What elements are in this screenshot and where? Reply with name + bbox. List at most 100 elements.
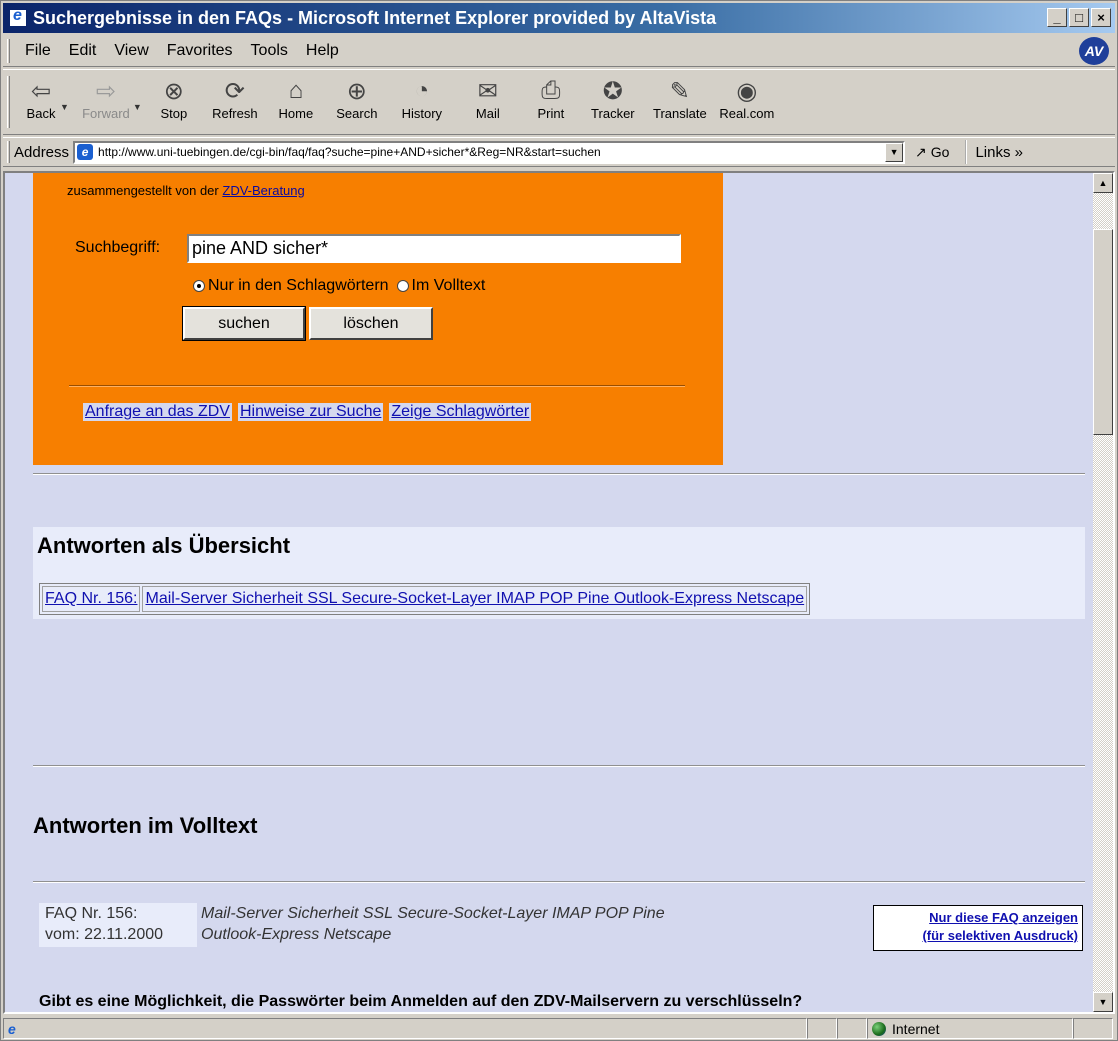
go-arrow-icon: ↗ — [915, 143, 927, 160]
realcom-label: Real.com — [719, 106, 775, 121]
divider — [33, 765, 1085, 767]
stop-button[interactable]: ⊗ Stop — [148, 76, 200, 122]
radio-fulltext[interactable] — [396, 280, 409, 292]
result-date: vom: 22.11.2000 — [45, 926, 164, 943]
address-url: http://www.uni-tuebingen.de/cgi-bin/faq/… — [98, 145, 601, 159]
mail-button[interactable]: ✉ Mail — [456, 76, 520, 122]
search-hints-link[interactable]: Hinweise zur Suche — [237, 403, 384, 421]
clear-button[interactable]: löschen — [309, 307, 433, 340]
go-button[interactable]: ↗ Go — [915, 144, 949, 161]
tracker-icon: ✪ — [602, 77, 623, 105]
zdv-beratung-link[interactable]: ZDV-Beratung — [222, 183, 304, 198]
stop-icon: ⊗ — [163, 77, 184, 105]
search-icon: ⊕ — [346, 77, 367, 105]
result-meta: FAQ Nr. 156: vom: 22.11.2000 — [39, 903, 197, 947]
page-viewport: zusammengestellt von der ZDV-Beratung Su… — [3, 171, 1115, 1014]
menu-favorites[interactable]: Favorites — [158, 42, 242, 60]
links-button[interactable]: Links » — [965, 140, 1023, 164]
radio-fulltext-label: Im Volltext — [411, 277, 486, 294]
scroll-thumb[interactable] — [1093, 229, 1113, 435]
printer-icon: ⎙ — [541, 77, 561, 104]
menu-file[interactable]: File — [16, 42, 60, 60]
globe-icon — [872, 1021, 886, 1036]
page-icon: e — [77, 144, 94, 160]
status-bar: e Internet — [3, 1017, 1115, 1040]
home-icon: ⌂ — [288, 77, 304, 104]
minimize-button[interactable]: _ — [1047, 8, 1067, 27]
menu-tools[interactable]: Tools — [242, 42, 297, 60]
zone-label: Internet — [892, 1020, 940, 1037]
translate-button[interactable]: ✎ Translate — [648, 76, 712, 122]
address-field[interactable]: e http://www.uni-tuebingen.de/cgi-bin/fa… — [73, 140, 906, 164]
scroll-up-icon[interactable]: ▲ — [1093, 173, 1113, 193]
inquiry-link[interactable]: Anfrage an das ZDV — [83, 403, 232, 421]
panel-divider — [69, 385, 685, 387]
tracker-button[interactable]: ✪ Tracker — [582, 76, 644, 122]
vertical-scrollbar[interactable]: ▲ ▼ — [1093, 173, 1113, 1012]
address-dropdown-icon[interactable]: ▼ — [885, 142, 904, 162]
search-label: Search — [336, 106, 378, 121]
history-button[interactable]: ◔ History — [392, 76, 452, 121]
refresh-button[interactable]: ⟳ Refresh — [204, 76, 266, 122]
search-term-label: Suchbegriff: — [75, 239, 161, 256]
back-button[interactable]: ⇦ Back — [18, 76, 64, 122]
radio-keywords[interactable] — [193, 280, 205, 292]
browser-window: Suchergebnisse in den FAQs - Microsoft I… — [0, 0, 1118, 1041]
history-label: History — [401, 106, 443, 121]
radio-keywords-label: Nur in den Schlagwörtern — [208, 277, 389, 294]
translate-label: Translate — [652, 106, 707, 121]
status-cell — [807, 1018, 837, 1039]
forward-dropdown-icon[interactable]: ▼ — [133, 102, 142, 112]
show-only-this-faq-box: Nur diese FAQ anzeigen (für selektiven A… — [873, 905, 1083, 951]
overview-faq-number-link[interactable]: FAQ Nr. 156: — [42, 586, 141, 612]
compiled-by-text: zusammengestellt von der ZDV-Beratung — [67, 183, 305, 198]
toolbar-grip[interactable] — [7, 76, 10, 128]
show-keywords-link[interactable]: Zeige Schlagwörter — [389, 403, 532, 421]
forward-button[interactable]: ⇨ Forward — [75, 76, 137, 122]
window-title: Suchergebnisse in den FAQs - Microsoft I… — [33, 7, 717, 28]
maximize-button[interactable]: □ — [1069, 8, 1089, 27]
window-controls: _ □ × — [1047, 8, 1111, 27]
menu-grip[interactable] — [7, 38, 10, 63]
refresh-label: Refresh — [212, 106, 258, 121]
search-scope-radios: Nur in den Schlagwörtern Im Volltext — [193, 277, 485, 295]
page-status-icon: e — [8, 1020, 16, 1037]
realcom-button[interactable]: ◉ Real.com — [716, 76, 778, 122]
search-button[interactable]: ⊕ Search — [326, 76, 388, 122]
scroll-down-icon[interactable]: ▼ — [1093, 992, 1113, 1012]
result-title: Mail-Server Sicherheit SSL Secure-Socket… — [201, 903, 821, 945]
help-links: Anfrage an das ZDV Hinweise zur Suche Ze… — [83, 403, 532, 421]
overview-faq-title-link[interactable]: Mail-Server Sicherheit SSL Secure-Socket… — [142, 586, 808, 612]
search-term-input[interactable]: pine AND sicher* — [187, 234, 681, 263]
forward-label: Forward — [82, 106, 130, 121]
back-arrow-icon: ⇦ — [30, 77, 52, 105]
mail-label: Mail — [475, 106, 500, 121]
realcom-icon: ◉ — [736, 77, 758, 105]
overview-section: Antworten als Übersicht FAQ Nr. 156: Mai… — [33, 527, 1085, 619]
address-grip[interactable] — [7, 141, 10, 163]
close-button[interactable]: × — [1091, 8, 1111, 27]
faq-question: Gibt es eine Möglichkeit, die Passwörter… — [39, 993, 803, 1010]
menu-bar: File Edit View Favorites Tools Help AV — [3, 35, 1115, 67]
status-cell — [837, 1018, 867, 1039]
home-button[interactable]: ⌂ Home — [270, 76, 322, 121]
menu-edit[interactable]: Edit — [60, 42, 106, 60]
selective-print-link[interactable]: (für selektiven Ausdruck) — [878, 927, 1078, 945]
show-only-this-faq-link[interactable]: Nur diese FAQ anzeigen — [878, 909, 1078, 927]
back-label: Back — [26, 106, 56, 121]
ie-icon — [9, 7, 27, 27]
title-bar: Suchergebnisse in den FAQs - Microsoft I… — [3, 3, 1115, 33]
divider — [33, 881, 1085, 883]
compiled-by-label: zusammengestellt von der — [67, 183, 219, 198]
print-button[interactable]: ⎙ Print — [524, 76, 578, 121]
status-text-cell: e — [3, 1018, 807, 1039]
resize-grip-icon[interactable] — [1073, 1018, 1113, 1039]
back-dropdown-icon[interactable]: ▼ — [60, 102, 69, 112]
address-label: Address — [14, 143, 70, 161]
overview-heading: Antworten als Übersicht — [37, 533, 291, 558]
menu-help[interactable]: Help — [297, 42, 348, 60]
menu-view[interactable]: View — [105, 42, 157, 60]
search-submit-button[interactable]: suchen — [182, 306, 306, 341]
standard-toolbar: ⇦ Back ▼ ⇨ Forward ▼ ⊗ Stop ⟳ Refresh ⌂ … — [3, 69, 1115, 135]
translate-icon: ✎ — [669, 77, 690, 105]
